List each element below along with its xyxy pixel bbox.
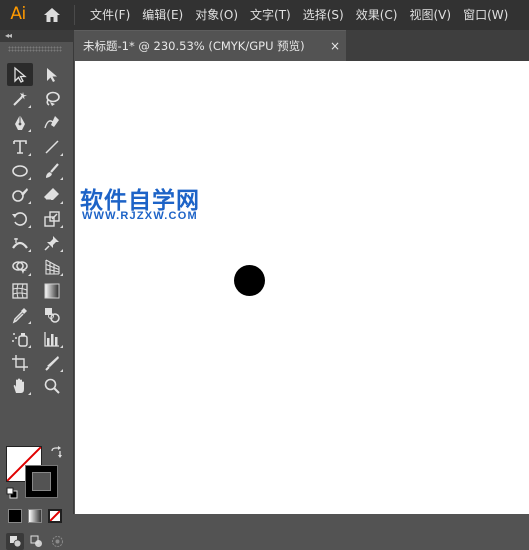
width-icon — [12, 237, 28, 249]
draw-behind-icon — [30, 535, 42, 547]
type-tool[interactable] — [7, 135, 33, 158]
eraser-tool[interactable] — [39, 183, 65, 206]
magic-wand-tool[interactable] — [7, 87, 33, 110]
selection-tool[interactable] — [7, 63, 33, 86]
perspective-grid-tool[interactable] — [39, 255, 65, 278]
pen-tool[interactable] — [7, 111, 33, 134]
scale-tool[interactable] — [39, 207, 65, 230]
symbol-sprayer-tool[interactable] — [7, 327, 33, 350]
selection-arrow-icon — [14, 66, 27, 83]
puppet-warp-tool[interactable] — [39, 231, 65, 254]
shaper-icon — [12, 187, 28, 202]
app-logo: Ai — [10, 4, 26, 24]
document-tab[interactable]: 未标题-1* @ 230.53% (CMYK/GPU 预览) × — [74, 30, 346, 61]
hand-icon — [13, 378, 24, 393]
direct-selection-tool[interactable] — [39, 63, 65, 86]
line-segment-tool[interactable] — [39, 135, 65, 158]
document-tab-title: 未标题-1* @ 230.53% (CMYK/GPU 预览) — [83, 39, 305, 53]
slice-knife-icon — [45, 355, 59, 371]
ellipse-tool[interactable] — [7, 159, 33, 182]
menu-separator — [74, 5, 75, 25]
home-button[interactable] — [40, 5, 64, 25]
menu-window[interactable]: 窗口(W) — [457, 0, 514, 30]
draw-normal-button[interactable] — [6, 533, 24, 550]
menu-type[interactable]: 文字(T) — [244, 0, 297, 30]
gradient-icon — [44, 283, 60, 298]
column-graph-tool[interactable] — [39, 327, 65, 350]
none-slash-icon — [50, 511, 60, 521]
menu-view[interactable]: 视图(V) — [403, 0, 457, 30]
zoom-tool[interactable] — [39, 374, 65, 397]
magnifier-icon — [44, 378, 60, 394]
slice-tool[interactable] — [39, 351, 65, 374]
hand-tool[interactable] — [7, 374, 33, 397]
pen-icon — [15, 114, 25, 130]
perspective-grid-icon — [45, 259, 60, 275]
shaper-tool[interactable] — [7, 183, 33, 206]
menu-select[interactable]: 选择(S) — [297, 0, 350, 30]
default-fill-stroke-icon[interactable] — [6, 487, 18, 499]
gradient-tool[interactable] — [39, 279, 65, 302]
tools-panel — [0, 42, 74, 550]
type-icon — [13, 139, 27, 154]
shape-builder-tool[interactable] — [7, 255, 33, 278]
artboard-tool[interactable] — [7, 351, 33, 374]
draw-behind-button[interactable] — [27, 533, 45, 550]
artboard-canvas[interactable]: 软件自学网 WWW.RJZXW.COM — [75, 61, 529, 514]
menu-effect[interactable]: 效果(C) — [350, 0, 404, 30]
menu-bar: Ai 文件(F) 编辑(E) 对象(O) 文字(T) 选择(S) 效果(C) 视… — [0, 0, 529, 30]
eyedropper-icon — [12, 307, 27, 323]
tools-panel-header: ◂◂ — [0, 30, 74, 42]
tab-close-icon[interactable]: × — [330, 31, 340, 61]
lasso-tool[interactable] — [39, 87, 65, 110]
color-mode-button[interactable] — [8, 509, 22, 523]
curvature-tool[interactable] — [39, 111, 65, 134]
symbol-sprayer-icon — [12, 332, 28, 347]
panel-grip[interactable] — [8, 46, 62, 52]
tab-bar-empty — [346, 30, 529, 61]
blend-icon — [45, 307, 60, 323]
width-tool[interactable] — [7, 231, 33, 254]
magic-wand-icon — [13, 91, 27, 106]
gradient-mode-button[interactable] — [28, 509, 42, 523]
draw-inside-icon — [51, 536, 63, 547]
eyedropper-tool[interactable] — [7, 303, 33, 326]
artboard-icon — [12, 354, 28, 371]
collapse-panel-icon[interactable]: ◂◂ — [5, 31, 12, 41]
home-icon — [44, 8, 60, 22]
stroke-swatch[interactable] — [25, 465, 58, 498]
draw-normal-icon — [9, 536, 21, 548]
shape-builder-icon — [12, 260, 28, 274]
eraser-icon — [44, 187, 59, 200]
draw-inside-button[interactable] — [48, 533, 66, 550]
direct-selection-arrow-icon — [47, 67, 57, 82]
menu-edit[interactable]: 编辑(E) — [136, 0, 189, 30]
pushpin-icon — [44, 235, 59, 251]
mesh-tool[interactable] — [7, 279, 33, 302]
paintbrush-tool[interactable] — [39, 159, 65, 182]
column-graph-icon — [44, 331, 59, 347]
blend-tool[interactable] — [39, 303, 65, 326]
line-segment-icon — [45, 139, 59, 154]
mesh-icon — [12, 282, 28, 299]
rotate-icon — [12, 211, 27, 226]
ellipse-icon — [12, 164, 28, 177]
curvature-pen-icon — [44, 115, 59, 128]
swap-fill-stroke-icon[interactable] — [49, 446, 63, 460]
black-circle-shape[interactable] — [234, 265, 265, 296]
menu-object[interactable]: 对象(O) — [189, 0, 244, 30]
none-mode-button[interactable] — [48, 509, 62, 523]
rotate-tool[interactable] — [7, 207, 33, 230]
paintbrush-icon — [46, 162, 59, 178]
watermark-url: WWW.RJZXW.COM — [82, 210, 198, 222]
scale-icon — [44, 210, 60, 227]
menu-file[interactable]: 文件(F) — [84, 0, 136, 30]
menu-items: 文件(F) 编辑(E) 对象(O) 文字(T) 选择(S) 效果(C) 视图(V… — [84, 0, 514, 30]
lasso-icon — [46, 91, 60, 106]
